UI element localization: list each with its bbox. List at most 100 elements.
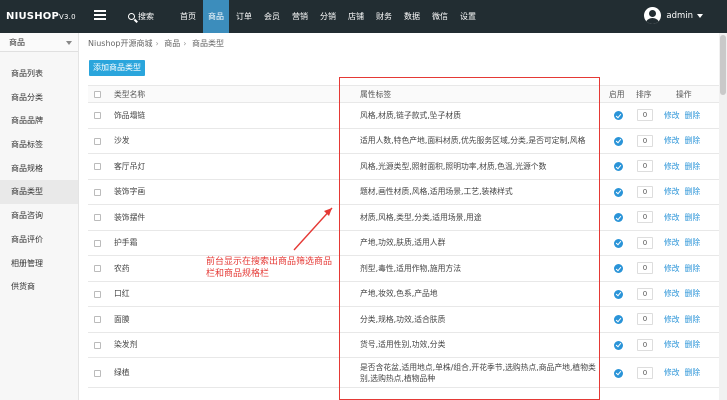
sort-input[interactable]: 0 bbox=[637, 160, 653, 173]
select-all-checkbox[interactable] bbox=[94, 91, 101, 98]
nav-item[interactable]: 财务 bbox=[371, 0, 397, 33]
sidebar-item[interactable]: 供货商 bbox=[0, 275, 78, 299]
sidebar-item[interactable]: 商品规格 bbox=[0, 157, 78, 181]
edit-link[interactable]: 修改 bbox=[664, 264, 680, 273]
delete-link[interactable]: 删除 bbox=[685, 289, 701, 298]
nav-item[interactable]: 订单 bbox=[231, 0, 257, 33]
delete-link[interactable]: 删除 bbox=[685, 238, 701, 247]
search-icon bbox=[128, 13, 135, 20]
annotation-arrow bbox=[293, 207, 333, 251]
sort-input[interactable]: 0 bbox=[637, 134, 653, 147]
edit-link[interactable]: 修改 bbox=[664, 340, 680, 349]
table-row: 护手霜 产地,功效,肤质,适用人群 0 修改 删除 bbox=[88, 230, 721, 256]
nav-item[interactable]: 商品 bbox=[203, 0, 229, 33]
edit-link[interactable]: 修改 bbox=[664, 213, 680, 222]
sort-input[interactable]: 0 bbox=[637, 262, 653, 275]
enabled-check-icon[interactable] bbox=[614, 111, 623, 120]
sort-input[interactable]: 0 bbox=[637, 185, 653, 198]
sidebar-item[interactable]: 商品咨询 bbox=[0, 204, 78, 228]
edit-link[interactable]: 修改 bbox=[664, 136, 680, 145]
sidebar-header[interactable]: 商品 bbox=[0, 33, 78, 52]
enabled-check-icon[interactable] bbox=[614, 162, 623, 171]
row-checkbox[interactable] bbox=[94, 163, 101, 171]
sort-input[interactable]: 0 bbox=[637, 236, 653, 249]
delete-link[interactable]: 删除 bbox=[685, 340, 701, 349]
sidebar: 商品 商品列表 商品分类 商品品牌 商品标签 商品规格 商品类型 商品咨询 商品评价 相册管理供… bbox=[0, 33, 79, 400]
sidebar-item[interactable]: 商品标签 bbox=[0, 133, 78, 157]
caret-down-icon bbox=[697, 13, 703, 18]
row-checkbox[interactable] bbox=[94, 369, 101, 377]
sort-input[interactable]: 0 bbox=[637, 287, 653, 300]
delete-link[interactable]: 删除 bbox=[685, 213, 701, 222]
delete-link[interactable]: 删除 bbox=[685, 111, 701, 120]
edit-link[interactable]: 修改 bbox=[664, 187, 680, 196]
delete-link[interactable]: 删除 bbox=[685, 315, 701, 324]
sort-input[interactable]: 0 bbox=[637, 338, 653, 351]
sort-input[interactable]: 0 bbox=[637, 366, 653, 379]
enabled-check-icon[interactable] bbox=[614, 187, 623, 197]
sort-input[interactable]: 0 bbox=[637, 211, 653, 224]
delete-link[interactable]: 删除 bbox=[685, 368, 701, 377]
sidebar-item[interactable]: 商品品牌 bbox=[0, 109, 78, 133]
search-button[interactable]: 搜索 bbox=[128, 11, 154, 22]
row-checkbox[interactable] bbox=[94, 290, 101, 298]
enabled-check-icon[interactable] bbox=[614, 264, 623, 273]
sidebar-item[interactable]: 商品分类 bbox=[0, 86, 78, 110]
nav-item[interactable]: 营销 bbox=[287, 0, 313, 33]
enabled-check-icon[interactable] bbox=[614, 213, 623, 222]
edit-link[interactable]: 修改 bbox=[664, 289, 680, 298]
nav-item[interactable]: 首页 bbox=[175, 0, 201, 33]
row-checkbox[interactable] bbox=[94, 214, 101, 222]
nav-item[interactable]: 数据 bbox=[399, 0, 425, 33]
logo[interactable]: NIUSHOPV3.0 bbox=[0, 11, 79, 22]
row-checkbox[interactable] bbox=[94, 137, 101, 145]
delete-link[interactable]: 删除 bbox=[685, 136, 701, 145]
header-sort: 排序 bbox=[632, 85, 662, 103]
type-name: 口红 bbox=[106, 281, 352, 307]
enabled-check-icon[interactable] bbox=[614, 315, 623, 324]
enabled-check-icon[interactable] bbox=[614, 340, 623, 350]
sidebar-item[interactable]: 相册管理 bbox=[0, 252, 78, 276]
delete-link[interactable]: 删除 bbox=[685, 264, 701, 273]
row-checkbox[interactable] bbox=[94, 239, 101, 247]
table-row: 装饰摆件 材质,风格,类型,分类,适用场景,用途 0 修改 删除 bbox=[88, 204, 721, 231]
chevron-down-icon bbox=[66, 41, 72, 45]
edit-link[interactable]: 修改 bbox=[664, 162, 680, 171]
sort-input[interactable]: 0 bbox=[637, 109, 653, 122]
enabled-check-icon[interactable] bbox=[614, 368, 623, 378]
sidebar-item[interactable]: 商品类型 bbox=[0, 180, 78, 205]
row-checkbox[interactable] bbox=[94, 188, 101, 196]
scrollbar[interactable] bbox=[719, 33, 727, 400]
row-checkbox[interactable] bbox=[94, 112, 101, 120]
edit-link[interactable]: 修改 bbox=[664, 315, 680, 324]
sidebar-item[interactable]: 商品列表 bbox=[0, 62, 78, 86]
breadcrumb-home[interactable]: Niushop开源商城 bbox=[88, 39, 153, 48]
user-menu[interactable]: admin bbox=[644, 7, 703, 24]
nav-item[interactable]: 设置 bbox=[455, 0, 481, 33]
sort-input[interactable]: 0 bbox=[637, 313, 653, 326]
nav-item[interactable]: 会员 bbox=[259, 0, 285, 33]
row-checkbox[interactable] bbox=[94, 341, 101, 349]
edit-link[interactable]: 修改 bbox=[664, 111, 680, 120]
nav-item[interactable]: 微信 bbox=[427, 0, 453, 33]
edit-link[interactable]: 修改 bbox=[664, 368, 680, 377]
breadcrumb-goods[interactable]: 商品 bbox=[164, 39, 180, 48]
sidebar-item[interactable]: 商品评价 bbox=[0, 228, 78, 252]
add-goods-type-button[interactable]: 添加商品类型 bbox=[89, 60, 145, 76]
enabled-check-icon[interactable] bbox=[614, 136, 623, 146]
enabled-check-icon[interactable] bbox=[614, 289, 623, 299]
delete-link[interactable]: 删除 bbox=[685, 187, 701, 196]
edit-link[interactable]: 修改 bbox=[664, 238, 680, 247]
delete-link[interactable]: 删除 bbox=[685, 162, 701, 171]
scrollbar-thumb[interactable] bbox=[720, 35, 726, 95]
enabled-check-icon[interactable] bbox=[614, 238, 623, 248]
nav-item[interactable]: 分销 bbox=[315, 0, 341, 33]
attribute-tags: 风格,材质,链子款式,坠子材质 bbox=[352, 102, 606, 129]
row-checkbox[interactable] bbox=[94, 265, 101, 273]
nav-item[interactable]: 店铺 bbox=[343, 0, 369, 33]
row-checkbox[interactable] bbox=[94, 316, 101, 324]
breadcrumb: Niushop开源商城 › 商品 › 商品类型 bbox=[88, 39, 224, 48]
attribute-tags: 分类,规格,功效,适合肤质 bbox=[352, 306, 606, 333]
menu-toggle-icon[interactable] bbox=[94, 10, 106, 21]
type-name: 绿植 bbox=[106, 357, 352, 388]
